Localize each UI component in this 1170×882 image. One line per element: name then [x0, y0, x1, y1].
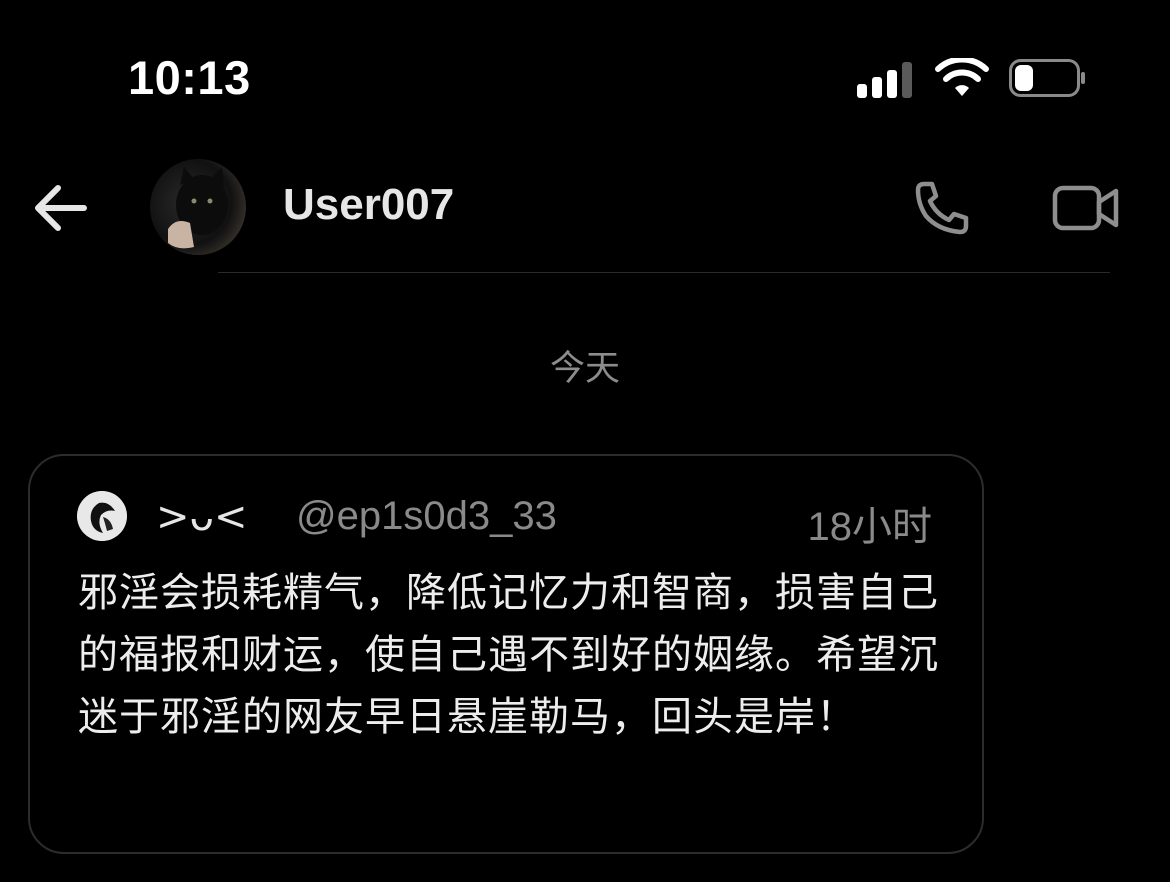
call-button[interactable] — [910, 176, 974, 240]
phone-icon — [915, 181, 969, 235]
shared-post-card[interactable]: >ᴗ< @ep1s0d3_33 18小时 邪淫会损耗精气，降低记忆力和智商，损害… — [28, 454, 984, 854]
author-avatar-icon — [77, 491, 127, 541]
chat-screen: 10:13 User007 今天 >ᴗ< @ep1s0d3_33 18小时 邪淫… — [0, 0, 1170, 882]
post-author-avatar[interactable] — [77, 491, 127, 541]
status-time: 10:13 — [128, 51, 251, 104]
header-divider — [218, 272, 1110, 273]
post-timestamp: 18小时 — [807, 505, 933, 549]
video-camera-icon — [1052, 185, 1119, 231]
post-author-handle: @ep1s0d3_33 — [296, 494, 557, 538]
date-separator: 今天 — [549, 349, 620, 388]
chat-username[interactable]: User007 — [283, 180, 454, 230]
back-button[interactable] — [30, 182, 90, 234]
post-text: 邪淫会损耗精气，降低记忆力和智商，损害自己的福报和财运，使自己遇不到好的姻缘。希… — [78, 570, 939, 740]
video-call-button[interactable] — [1050, 178, 1122, 238]
avatar[interactable] — [150, 159, 246, 255]
battery-icon — [1009, 59, 1085, 97]
arrow-left-icon — [35, 185, 87, 231]
wifi-icon — [935, 58, 989, 96]
post-author-name: >ᴗ< — [156, 494, 248, 540]
cellular-signal-icon — [857, 60, 915, 98]
cat-avatar-icon — [168, 167, 228, 249]
